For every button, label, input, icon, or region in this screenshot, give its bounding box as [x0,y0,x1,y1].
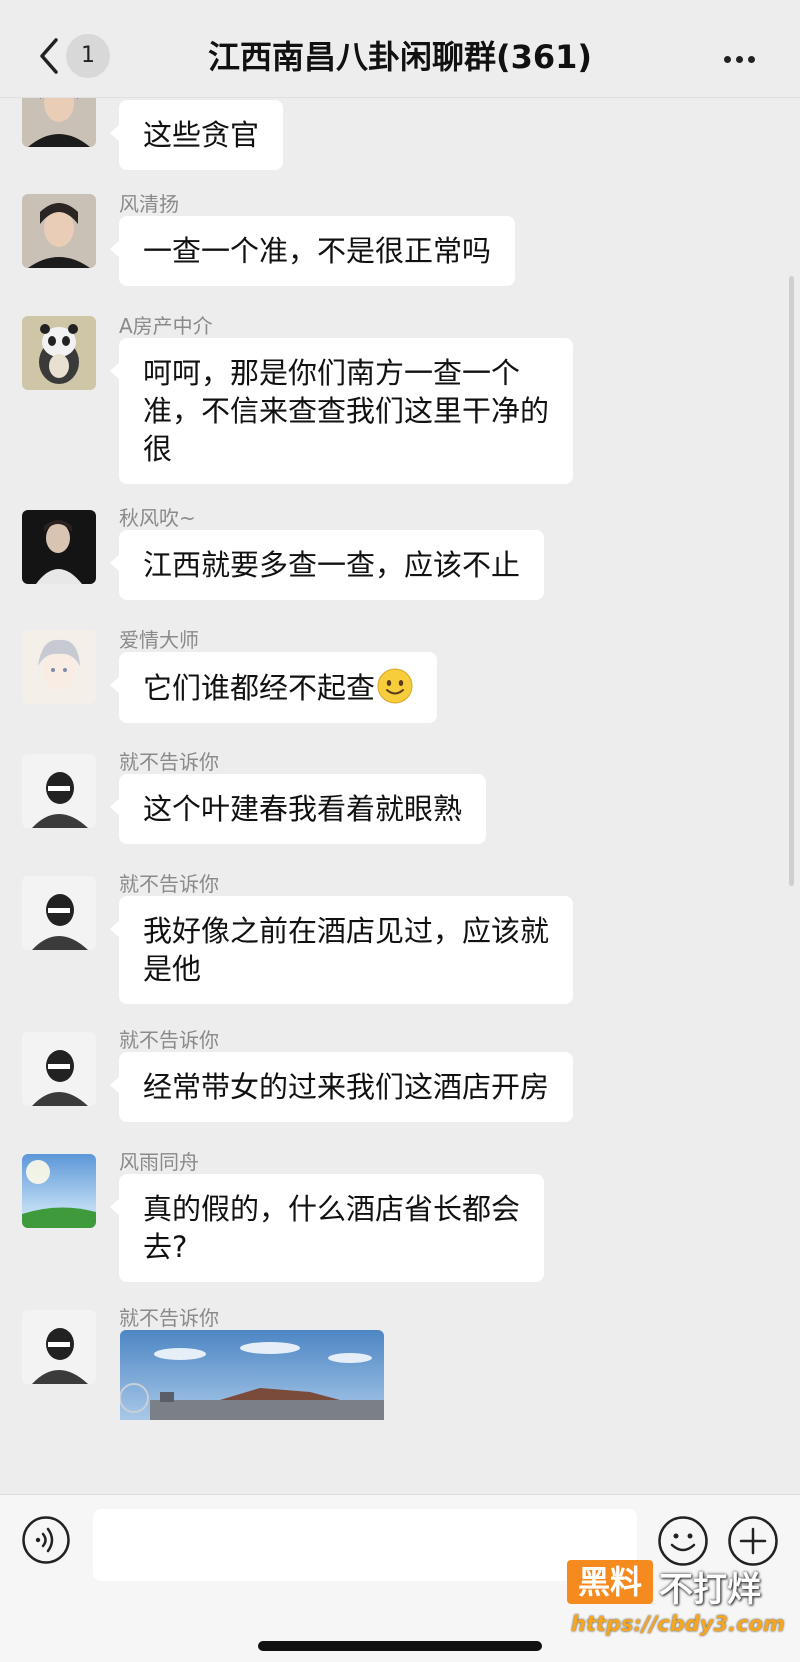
message-text: 经常带女的过来我们这酒店开房 [143,1070,550,1104]
user-avatar[interactable] [22,1310,96,1384]
smile-emoji-icon [377,668,413,704]
user-avatar[interactable] [22,194,96,268]
message-text-line: 很 [143,432,173,466]
chat-header: 1 江西南昌八卦闲聊群(361) [0,0,800,98]
sender-name: 就不告诉你 [119,1306,219,1330]
sender-name: 爱情大师 [119,628,199,652]
user-avatar[interactable] [22,876,96,950]
image-message[interactable] [120,1330,384,1420]
message-text-line: 真的假的，什么酒店省长都会 [143,1192,521,1226]
sender-name: A房产中介 [119,314,213,338]
message-text: 它们谁都经不起查 [143,671,376,705]
message-text-line: 准，不信来查查我们这里干净的 [143,394,550,428]
user-avatar[interactable] [22,754,96,828]
message-bubble[interactable]: 它们谁都经不起查 [109,652,438,723]
message-bubble[interactable]: 呵呵，那是你们南方一查一个 准，不信来查查我们这里干净的 很 [109,338,574,484]
sender-name: 风清扬 [119,192,179,216]
sender-name: 秋风吹~ [119,506,196,530]
message-bubble[interactable]: 一查一个准，不是很正常吗 [109,216,516,286]
scrollbar[interactable] [789,276,794,886]
message-bubble[interactable]: 江西就要多查一查，应该不止 [109,530,545,600]
unread-badge[interactable]: 1 [66,34,110,78]
home-indicator[interactable] [258,1641,542,1651]
sender-name: 就不告诉你 [119,872,219,896]
message-bubble[interactable]: 这个叶建春我看着就眼熟 [109,774,487,844]
message-list[interactable]: 这些贪官 风清扬 一查一个准，不是很正常吗 A房产中介 呵呵，那是你们南方一查一… [0,98,800,1494]
watermark-text: 不打烊 [659,1570,761,1610]
watermark-url: https://cbdy3.com [571,1612,785,1636]
user-avatar[interactable] [22,630,96,704]
user-avatar[interactable] [22,1154,96,1228]
message-text-line: 我好像之前在酒店见过，应该就 [143,914,550,948]
more-options-icon[interactable] [724,48,764,64]
message-bubble[interactable]: 经常带女的过来我们这酒店开房 [109,1052,574,1122]
group-title: 江西南昌八卦闲聊群(361) [207,38,593,76]
user-avatar[interactable] [22,98,96,147]
message-text-line: 去? [143,1230,188,1264]
message-text: 一查一个准，不是很正常吗 [143,234,492,268]
message-text-line: 是他 [143,952,202,986]
message-bubble[interactable]: 这些贪官 [109,100,284,170]
voice-icon[interactable] [21,1515,71,1565]
message-text: 江西就要多查一查，应该不止 [143,548,521,582]
message-bubble[interactable]: 我好像之前在酒店见过，应该就 是他 [109,896,574,1004]
message-bubble[interactable]: 真的假的，什么酒店省长都会 去? [109,1174,545,1282]
message-input[interactable] [93,1509,637,1581]
message-text: 这些贪官 [143,118,260,152]
back-arrow-icon[interactable] [36,36,62,76]
message-text: 这个叶建春我看着就眼熟 [143,792,463,826]
message-text-line: 呵呵，那是你们南方一查一个 [143,356,521,390]
user-avatar[interactable] [22,1032,96,1106]
user-avatar[interactable] [22,316,96,390]
sender-name: 就不告诉你 [119,1028,219,1052]
sender-name: 风雨同舟 [119,1150,199,1174]
watermark: 黑料 不打烊 https://cbdy3.com [567,1560,787,1646]
sender-name: 就不告诉你 [119,750,219,774]
watermark-box: 黑料 [567,1560,653,1604]
user-avatar[interactable] [22,510,96,584]
